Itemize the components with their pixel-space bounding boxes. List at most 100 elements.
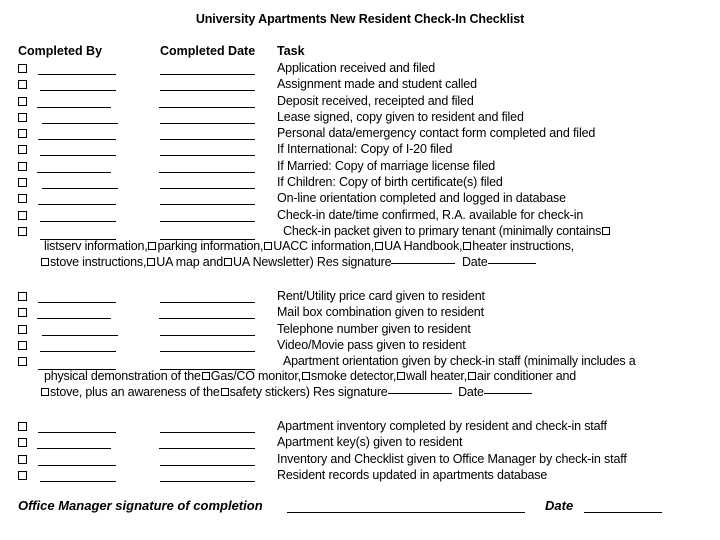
checkbox-icon[interactable] [18, 64, 27, 73]
checkbox-icon[interactable] [602, 226, 611, 235]
table-row[interactable]: If Children: Copy of birth certificate(s… [0, 175, 720, 191]
completed-by-line[interactable] [37, 171, 111, 173]
checkbox-icon[interactable] [201, 372, 210, 381]
completed-by-line[interactable] [40, 480, 116, 482]
completed-date-line[interactable] [160, 204, 255, 206]
checkbox-icon[interactable] [18, 454, 27, 464]
checkbox-icon[interactable] [18, 357, 27, 367]
completed-date-line[interactable] [159, 171, 255, 173]
table-row[interactable]: On-line orientation completed and logged… [0, 191, 720, 207]
completed-date-line[interactable] [160, 90, 255, 92]
res-date-line[interactable] [483, 393, 532, 395]
table-row[interactable]: Check-in date/time confirmed, R.A. avail… [0, 208, 720, 224]
table-row[interactable]: Application received and filed [0, 61, 720, 77]
completed-by-line[interactable] [37, 106, 111, 108]
completed-date-line[interactable] [160, 432, 255, 433]
footer-date-line[interactable] [584, 512, 662, 513]
checkbox-icon[interactable] [148, 241, 157, 250]
completed-by-line[interactable] [42, 334, 118, 336]
checkbox-icon[interactable] [301, 372, 310, 381]
completed-by-line[interactable] [40, 220, 116, 222]
table-row[interactable]: Resident records updated in apartments d… [0, 468, 720, 484]
checkbox-icon[interactable] [18, 112, 27, 122]
checkbox-icon[interactable] [18, 422, 27, 431]
completed-by-line[interactable] [38, 204, 116, 206]
document-page: University Apartments New Resident Check… [0, 0, 720, 540]
checkbox-icon[interactable] [18, 161, 27, 171]
office-manager-signature-line[interactable] [287, 512, 525, 513]
checkbox-icon[interactable] [18, 129, 27, 139]
completed-date-line[interactable] [160, 220, 255, 222]
checkbox-icon[interactable] [18, 178, 27, 188]
checkbox-icon[interactable] [18, 292, 27, 301]
table-row[interactable]: Lease signed, copy given to resident and… [0, 110, 720, 126]
completed-date-line[interactable] [159, 106, 255, 108]
table-row[interactable]: Deposit received, receipted and filed [0, 94, 720, 110]
completed-date-line[interactable] [160, 464, 255, 466]
packet-lead-label: Check-in packet given to primary tenant … [283, 223, 602, 238]
checkbox-icon[interactable] [463, 241, 472, 250]
completed-by-line[interactable] [40, 155, 116, 157]
table-row[interactable]: If Married: Copy of marriage license fil… [0, 159, 720, 175]
table-row[interactable]: If International: Copy of I-20 filed [0, 142, 720, 158]
completed-date-line[interactable] [160, 350, 255, 352]
completed-date-line[interactable] [160, 122, 255, 124]
checkbox-icon[interactable] [18, 194, 27, 204]
completed-by-line[interactable] [38, 74, 116, 75]
completed-by-line[interactable] [38, 139, 116, 141]
checkbox-icon[interactable] [18, 80, 27, 90]
completed-date-line[interactable] [160, 188, 255, 190]
completed-by-line[interactable] [42, 122, 118, 124]
completed-date-line[interactable] [159, 448, 255, 450]
completed-date-line[interactable] [160, 139, 255, 141]
completed-by-line[interactable] [37, 318, 111, 320]
checkbox-icon[interactable] [18, 308, 27, 318]
checkbox-icon[interactable] [375, 241, 384, 250]
table-row[interactable]: Rent/Utility price card given to residen… [0, 289, 720, 305]
res-signature-line[interactable] [391, 262, 456, 264]
task-group-3: Apartment inventory completed by residen… [0, 419, 720, 484]
checkbox-icon[interactable] [18, 226, 27, 236]
checkbox-icon[interactable] [18, 438, 27, 448]
completed-by-line[interactable] [40, 350, 116, 352]
completed-date-line[interactable] [160, 155, 255, 157]
table-row[interactable]: Inventory and Checklist given to Office … [0, 452, 720, 468]
table-row[interactable]: Apartment inventory completed by residen… [0, 419, 720, 435]
completed-date-line[interactable] [160, 74, 255, 75]
table-row[interactable]: Telephone number given to resident [0, 322, 720, 338]
completed-date-line[interactable] [159, 318, 255, 320]
table-row[interactable]: Apartment key(s) given to resident [0, 435, 720, 451]
table-row[interactable]: Personal data/emergency contact form com… [0, 126, 720, 142]
completed-by-line[interactable] [40, 90, 116, 92]
completed-date-line[interactable] [160, 302, 255, 303]
checkbox-icon[interactable] [147, 257, 156, 266]
checkbox-icon[interactable] [41, 257, 49, 266]
completed-by-line[interactable] [38, 464, 116, 466]
checkbox-icon[interactable] [224, 257, 233, 266]
completed-by-line[interactable] [38, 302, 116, 303]
checkbox-icon[interactable] [18, 145, 27, 155]
completed-date-line[interactable] [160, 334, 255, 336]
table-row[interactable]: Mail box combination given to resident [0, 305, 720, 321]
res-signature-line[interactable] [387, 393, 452, 395]
completed-by-line[interactable] [42, 188, 118, 190]
table-row-packet[interactable]: Check-in packet given to primary tenant … [0, 224, 720, 272]
completed-by-line[interactable] [38, 432, 116, 433]
res-date-line[interactable] [487, 262, 536, 264]
checkbox-icon[interactable] [467, 372, 476, 381]
checkbox-icon[interactable] [18, 96, 27, 106]
checkbox-icon[interactable] [41, 388, 49, 397]
orientation-item-gas-co: Gas/CO monitor, [210, 369, 301, 384]
checkbox-icon[interactable] [18, 340, 27, 350]
checkbox-icon[interactable] [264, 241, 273, 250]
checkbox-icon[interactable] [220, 388, 229, 397]
checkbox-icon[interactable] [397, 372, 406, 381]
checkbox-icon[interactable] [18, 324, 27, 334]
completed-date-line[interactable] [160, 480, 255, 482]
table-row-orientation[interactable]: Apartment orientation given by check-in … [0, 354, 720, 402]
table-row[interactable]: Assignment made and student called [0, 77, 720, 93]
checkbox-icon[interactable] [18, 210, 27, 220]
completed-by-line[interactable] [37, 448, 111, 450]
checkbox-icon[interactable] [18, 470, 27, 480]
table-row[interactable]: Video/Movie pass given to resident [0, 338, 720, 354]
